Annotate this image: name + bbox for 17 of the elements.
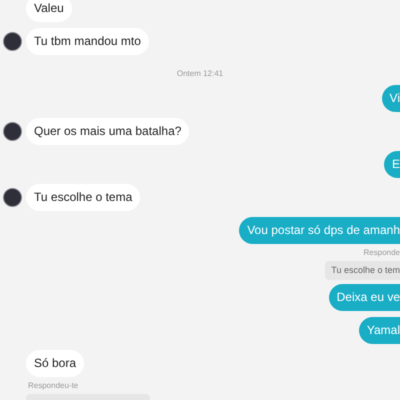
timestamp: Ontem 12:41 [176,69,224,79]
reply-label: Respondeu-te [28,381,78,391]
message-bubble: Tu tbm mandou mto [26,28,149,55]
avatar[interactable] [3,122,22,141]
quoted-message: Tu escolhe o tem [325,261,400,280]
avatar[interactable] [3,32,22,51]
message-bubble: Vi [382,85,400,112]
message-bubble: E [384,151,400,178]
message-bubble: Só bora [26,350,84,377]
message-bubble: Tu escolhe o tema [26,184,140,211]
reply-label: Responde [364,248,400,258]
message-bubble: Deixa eu ve [328,284,400,311]
avatar[interactable] [3,188,22,207]
message-bubble: Quer os mais uma batalha? [26,118,190,145]
message-bubble: Yamal [358,317,400,344]
message-bubble: Valeu [26,0,72,22]
message-bubble: Vou postar só dps de amanh [239,217,400,244]
